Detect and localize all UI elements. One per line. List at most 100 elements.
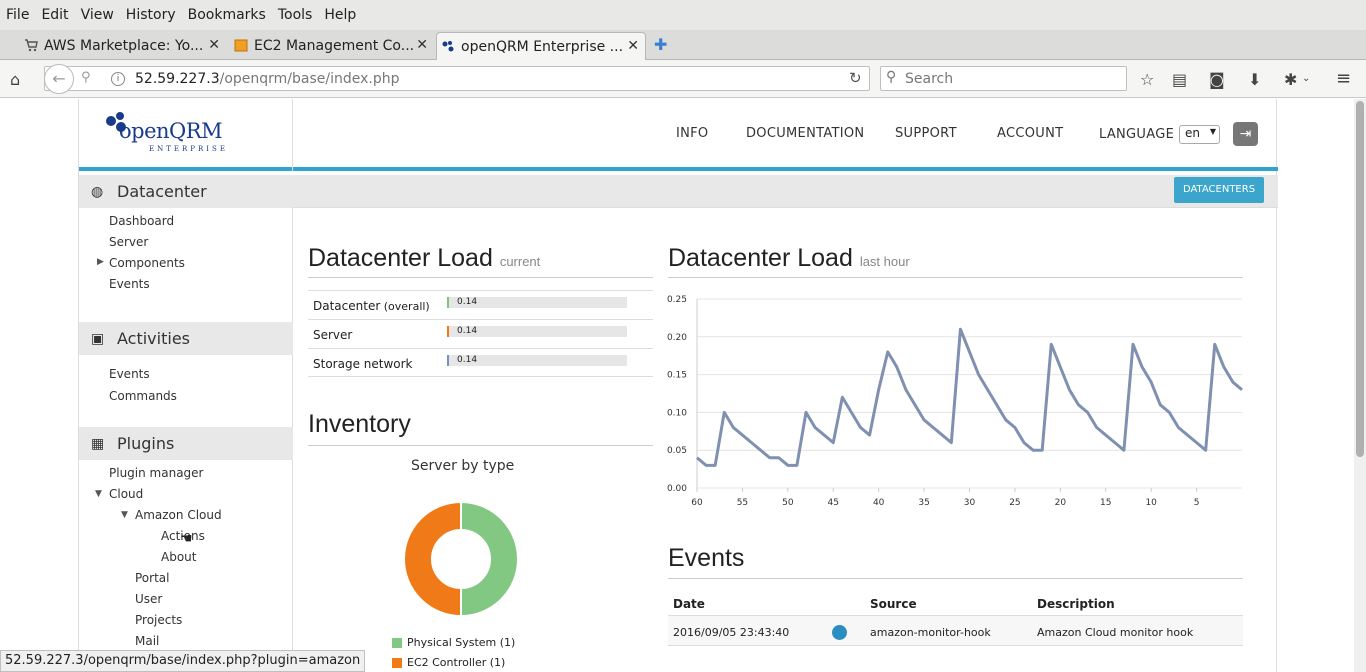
- load-row-server: Server 0.14: [308, 319, 653, 348]
- reload-icon[interactable]: ↻: [849, 69, 862, 87]
- sidebar-item-commands[interactable]: Commands: [109, 389, 177, 403]
- search-input[interactable]: ⚲ Search: [880, 66, 1127, 91]
- load-label: Server: [313, 328, 353, 342]
- openqrm-logo[interactable]: openQRM ENTERPRISE: [79, 99, 293, 171]
- load-row-storage: Storage network 0.14: [308, 348, 653, 377]
- sidebar-item-dashboard[interactable]: Dashboard: [109, 214, 174, 228]
- tab-label: openQRM Enterprise ...: [461, 38, 624, 55]
- expand-right-icon[interactable]: ▶: [97, 257, 104, 267]
- sidebar-section-datacenter[interactable]: ◍ Datacenter: [79, 175, 293, 208]
- language-select[interactable]: en ▼: [1179, 125, 1220, 144]
- load-row-datacenter: Datacenter (overall) 0.14: [308, 290, 653, 319]
- nav-account[interactable]: ACCOUNT: [997, 126, 1063, 141]
- x-tick-label: 45: [828, 498, 839, 508]
- hamburger-menu-icon[interactable]: ≡: [1336, 68, 1351, 89]
- home-icon[interactable]: ⌂: [10, 70, 20, 89]
- expand-down-icon[interactable]: ▼: [95, 489, 102, 499]
- load-label: Storage network: [313, 357, 413, 371]
- scrollbar-thumb[interactable]: [1356, 101, 1364, 457]
- sidebar-item-projects[interactable]: Projects: [135, 613, 182, 627]
- event-description: Amazon Cloud monitor hook: [1037, 626, 1194, 639]
- sidebar-item-components[interactable]: Components: [109, 256, 185, 270]
- sidebar-section-activities[interactable]: ▣ Activities: [79, 322, 293, 355]
- info-icon[interactable]: i: [111, 72, 125, 86]
- load-bar: 0.14: [447, 355, 627, 366]
- new-tab-icon[interactable]: ✚: [654, 35, 667, 54]
- logo-text: openQRM: [119, 119, 223, 143]
- search-placeholder: Search: [905, 71, 954, 87]
- tab-ec2-management[interactable]: EC2 Management Co... ✕: [230, 32, 434, 60]
- extension-icon[interactable]: ✱: [1284, 70, 1297, 89]
- reading-list-icon[interactable]: ▤: [1172, 70, 1187, 89]
- menu-history[interactable]: History: [126, 7, 176, 23]
- nav-documentation[interactable]: DOCUMENTATION: [746, 126, 864, 141]
- chevron-down-icon[interactable]: ⌄: [1302, 73, 1310, 84]
- download-icon[interactable]: ⬇: [1248, 70, 1261, 89]
- inbox-icon: ▣: [91, 331, 105, 347]
- sidebar-section-plugins[interactable]: ▦ Plugins: [79, 427, 293, 460]
- menu-tools[interactable]: Tools: [278, 7, 313, 23]
- menu-help[interactable]: Help: [324, 7, 356, 23]
- menu-bookmarks[interactable]: Bookmarks: [188, 7, 266, 23]
- donut-slice-ec2: [404, 502, 462, 616]
- tab-bar: AWS Marketplace: Yo... ✕ EC2 Management …: [0, 30, 1366, 60]
- page-content: openQRM ENTERPRISE INFO DOCUMENTATION SU…: [0, 99, 1354, 672]
- events-col-description[interactable]: Description: [1037, 597, 1115, 611]
- server-by-type-title: Server by type: [411, 458, 515, 474]
- nav-support[interactable]: SUPPORT: [895, 126, 957, 141]
- back-icon[interactable]: ←: [44, 64, 74, 94]
- tab-aws-marketplace[interactable]: AWS Marketplace: Yo... ✕: [20, 32, 226, 60]
- close-icon[interactable]: ✕: [416, 37, 428, 53]
- sidebar-item-events[interactable]: Events: [109, 277, 150, 291]
- sidebar-item-cloud[interactable]: Cloud: [109, 487, 143, 501]
- section-title: Activities: [117, 329, 190, 348]
- sidebar-item-mail[interactable]: Mail: [135, 634, 159, 648]
- url-bar[interactable]: ← ⚲ i 52.59.227.3/openqrm/base/index.php…: [44, 64, 870, 94]
- legend-physical-system: Physical System (1): [392, 636, 515, 649]
- pocket-icon[interactable]: ◙: [1209, 70, 1225, 89]
- y-tick-label: 0.15: [667, 371, 687, 381]
- divider: [308, 445, 653, 446]
- openqrm-page: openQRM ENTERPRISE INFO DOCUMENTATION SU…: [78, 99, 1278, 672]
- event-source: amazon-monitor-hook: [870, 626, 991, 639]
- x-tick-label: 35: [918, 498, 929, 508]
- tab-label: AWS Marketplace: Yo...: [44, 38, 204, 54]
- close-icon[interactable]: ✕: [208, 37, 220, 53]
- key-icon: ⚲: [81, 70, 91, 85]
- sidebar-item-portal[interactable]: Portal: [135, 571, 169, 585]
- events-col-date[interactable]: Date: [673, 597, 705, 611]
- x-tick-label: 40: [873, 498, 885, 508]
- menu-file[interactable]: File: [6, 7, 29, 23]
- sidebar-item-user[interactable]: User: [135, 592, 162, 606]
- tab-label: EC2 Management Co...: [254, 38, 415, 54]
- sidebar-item-activity-events[interactable]: Events: [109, 367, 150, 381]
- y-tick-label: 0.25: [667, 295, 687, 305]
- status-bar: 52.59.227.3/openqrm/base/index.php?plugi…: [0, 650, 366, 672]
- bookmark-star-icon[interactable]: ☆: [1140, 70, 1154, 89]
- y-tick-label: 0.00: [667, 484, 687, 494]
- x-tick-label: 5: [1194, 498, 1200, 508]
- nav-info[interactable]: INFO: [676, 126, 708, 141]
- load-hour-title: Datacenter Load last hour: [668, 244, 910, 272]
- server-type-donut: [404, 502, 518, 616]
- load-line-chart: 0.00 0.05 0.10 0.15 0.20 0.25 60 55 50 45 40 35 30 25…: [667, 295, 1243, 508]
- menu-view[interactable]: View: [81, 7, 114, 23]
- x-tick-label: 25: [1009, 498, 1020, 508]
- section-title: Plugins: [117, 434, 175, 453]
- event-date: 2016/09/05 23:43:40: [673, 626, 790, 639]
- sidebar-item-plugin-manager[interactable]: Plugin manager: [109, 466, 203, 480]
- close-icon[interactable]: ✕: [627, 38, 639, 54]
- expand-down-icon[interactable]: ▼: [121, 510, 128, 520]
- sidebar-item-amazon-cloud[interactable]: Amazon Cloud: [135, 508, 222, 522]
- app-header: openQRM ENTERPRISE INFO DOCUMENTATION SU…: [79, 99, 1278, 171]
- menu-edit[interactable]: Edit: [41, 7, 68, 23]
- openqrm-icon: [441, 39, 455, 53]
- logout-icon[interactable]: ⇥: [1233, 122, 1258, 146]
- events-col-source[interactable]: Source: [870, 597, 917, 611]
- datacenters-button[interactable]: DATACENTERS: [1174, 177, 1264, 203]
- vertical-scrollbar[interactable]: [1354, 99, 1366, 672]
- tab-openqrm[interactable]: openQRM Enterprise ... ✕: [436, 32, 646, 60]
- search-icon: ⚲: [886, 69, 897, 85]
- sidebar-item-about[interactable]: About: [161, 550, 196, 564]
- sidebar-item-server[interactable]: Server: [109, 235, 148, 249]
